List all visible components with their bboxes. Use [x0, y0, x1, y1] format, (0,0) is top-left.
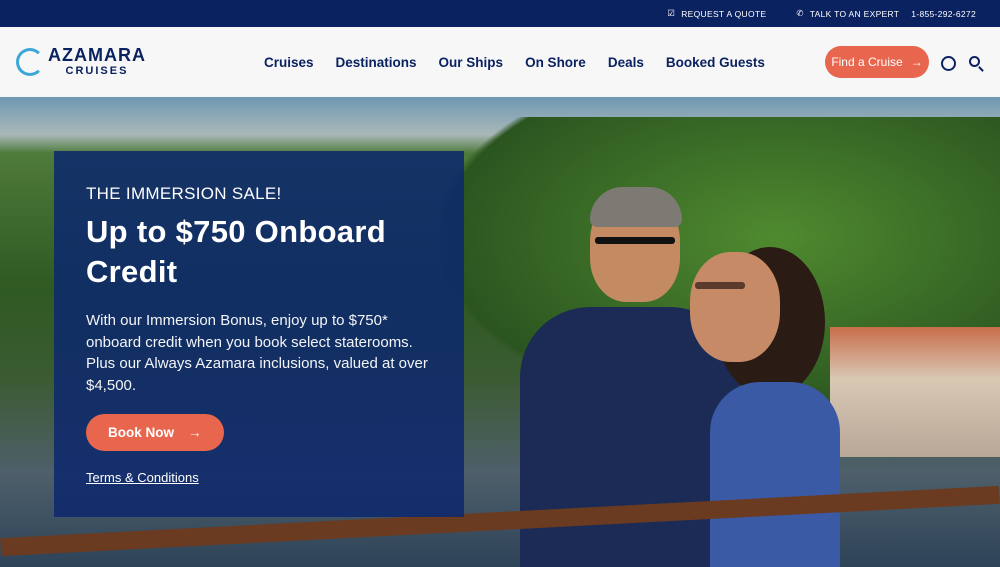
nav-destinations[interactable]: Destinations: [336, 55, 417, 70]
search-icon[interactable]: [969, 56, 980, 67]
talk-expert-link[interactable]: ✆ TALK TO AN EXPERT 1-855-292-6272: [796, 8, 976, 19]
utility-bar: ☑ REQUEST A QUOTE ✆ TALK TO AN EXPERT 1-855…: [0, 0, 1000, 27]
promo-body: With our Immersion Bonus, enjoy up to $7…: [86, 312, 428, 394]
nav-booked-guests[interactable]: Booked Guests: [666, 55, 765, 70]
nav-deals[interactable]: Deals: [608, 55, 644, 70]
find-cruise-button[interactable]: Find a Cruise →: [825, 46, 929, 78]
logo-mark-icon: [16, 47, 44, 76]
azamara-logo[interactable]: AZAMARA CRUISES: [16, 46, 146, 77]
phone-icon: ✆: [796, 8, 804, 18]
woman-figure: [690, 247, 850, 567]
request-quote-label: REQUEST A QUOTE: [681, 8, 767, 19]
main-header: AZAMARA CRUISES Cruises Destinations Our …: [0, 27, 1000, 97]
clipboard-icon: ☑: [667, 8, 676, 18]
account-icon[interactable]: [941, 56, 956, 71]
arrow-right-icon: →: [188, 425, 202, 440]
nav-on-shore[interactable]: On Shore: [525, 55, 586, 70]
arrow-right-icon: →: [910, 55, 923, 69]
phone-number[interactable]: 1-855-292-6272: [911, 9, 976, 19]
nav-cruises[interactable]: Cruises: [264, 55, 314, 70]
nav-our-ships[interactable]: Our Ships: [439, 55, 504, 70]
promo-panel: THE IMMERSION SALE! Up to $750 Onboard C…: [54, 151, 464, 517]
find-cruise-label: Find a Cruise: [831, 55, 903, 69]
town-buildings: [830, 327, 1000, 457]
book-now-button[interactable]: Book Now →: [86, 414, 224, 451]
promo-eyebrow: THE IMMERSION SALE!: [86, 184, 282, 203]
terms-link[interactable]: Terms & Conditions: [86, 470, 432, 485]
talk-expert-label: TALK TO AN EXPERT: [809, 8, 900, 19]
promo-title: Up to $750 Onboard Credit: [86, 214, 386, 289]
main-nav: Cruises Destinations Our Ships On Shore …: [264, 55, 765, 70]
logo-subtext: CRUISES: [65, 65, 129, 77]
book-now-label: Book Now: [108, 425, 174, 440]
logo-text: AZAMARA: [48, 45, 146, 65]
request-quote-link[interactable]: ☑ REQUEST A QUOTE: [667, 8, 766, 19]
